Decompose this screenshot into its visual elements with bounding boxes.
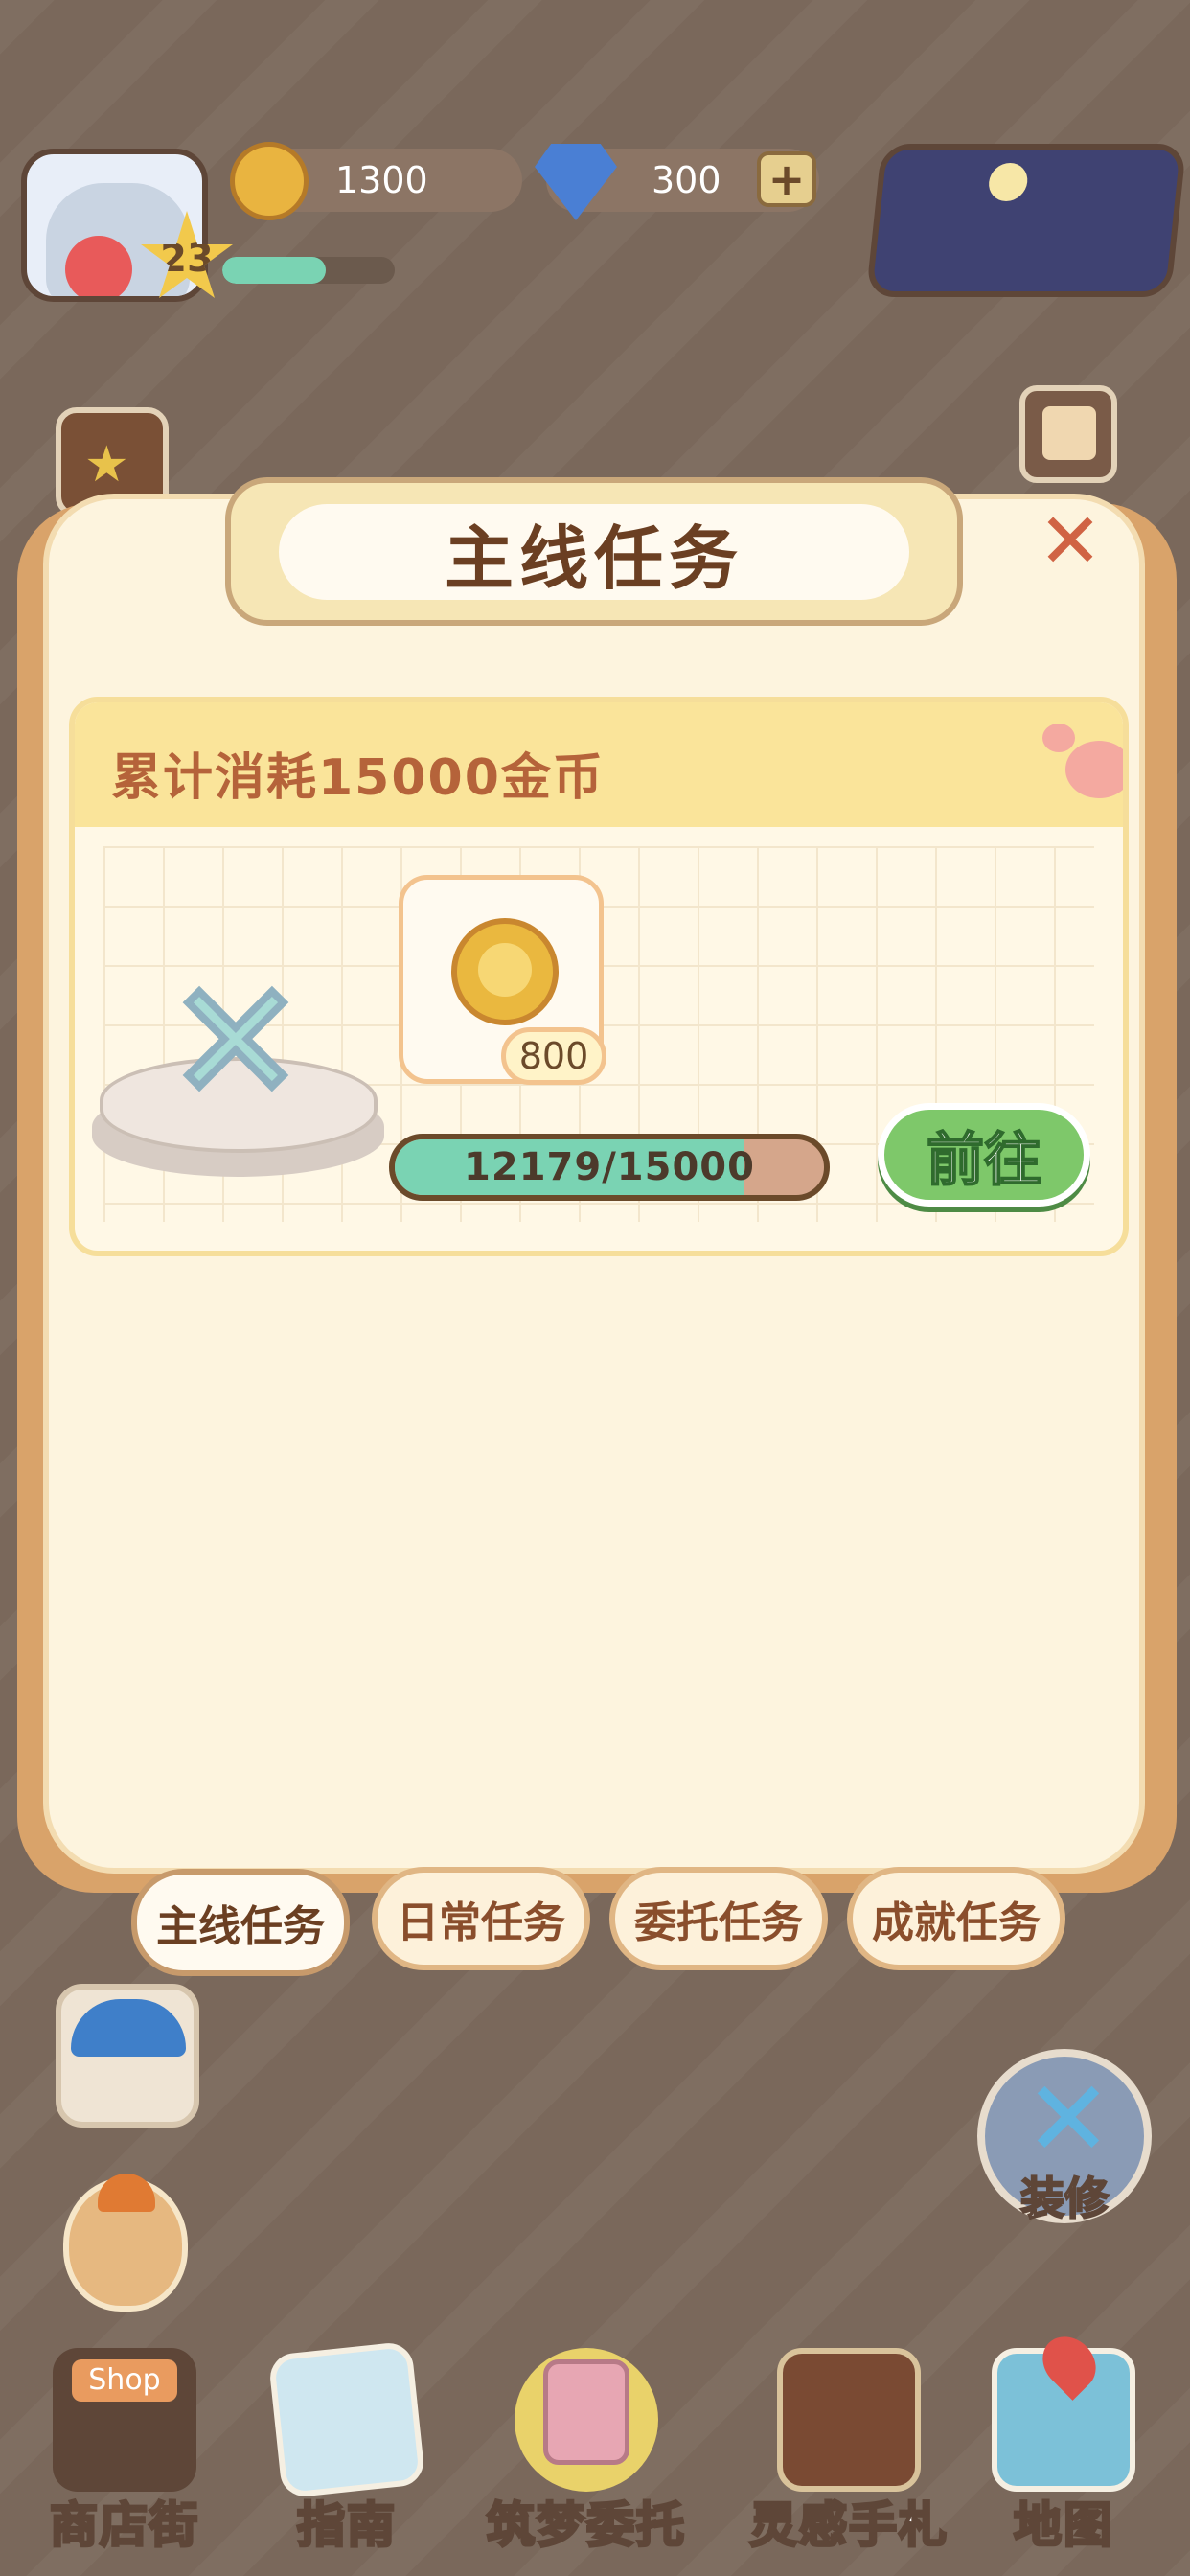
tab-achievement-quest[interactable]: 成就任务: [847, 1867, 1065, 1970]
add-gems-button[interactable]: +: [757, 151, 816, 207]
go-button[interactable]: 前往: [878, 1103, 1090, 1207]
guide-book-icon: [267, 2340, 426, 2499]
quill-book-icon: [777, 2348, 921, 2492]
heart-decoration-icon: [1065, 741, 1123, 798]
box-icon: [1042, 406, 1096, 460]
nav-label: 指南: [296, 2496, 397, 2555]
shop-sign: Shop: [72, 2359, 177, 2402]
moon-icon: [987, 163, 1030, 201]
coin-icon: [451, 918, 559, 1025]
nav-inspiration-notes[interactable]: 灵感手札: [748, 2348, 949, 2559]
cap-icon: [71, 1999, 186, 2057]
tab-commission-quest[interactable]: 委托任务: [609, 1867, 828, 1970]
notebook-icon: [515, 2348, 658, 2492]
task-card: 累计消耗15000金币 ✕ 800 12179/15000 前往: [69, 697, 1129, 1256]
coin-icon: [230, 142, 309, 220]
heart-decoration-icon: [1042, 724, 1075, 752]
task-progress-text: 12179/15000: [464, 1145, 755, 1189]
reward-item: 800: [399, 875, 606, 1085]
nav-shop-street[interactable]: Shop 商店街: [29, 2348, 220, 2559]
gem-count: 300: [652, 159, 721, 201]
star-icon: ★: [84, 436, 129, 494]
xp-bar: [222, 257, 395, 284]
nav-label: 灵感手札: [748, 2496, 949, 2555]
close-button[interactable]: ✕: [1037, 503, 1104, 580]
dog-character-button[interactable]: [63, 2174, 188, 2312]
nav-label: 商店街: [49, 2496, 199, 2555]
storage-box-button[interactable]: [1019, 385, 1117, 483]
night-scene-button[interactable]: [865, 144, 1187, 297]
hammer-icon: ✕: [164, 948, 308, 1138]
coin-count: 1300: [335, 159, 428, 201]
dialog-title-plate: 主线任务: [225, 477, 963, 626]
map-pin-icon: [992, 2326, 1135, 2492]
task-description: 累计消耗15000金币: [111, 749, 605, 807]
nav-map[interactable]: 地图: [968, 2326, 1159, 2559]
nav-label: 筑梦委托: [486, 2496, 686, 2555]
tab-main-quest[interactable]: 主线任务: [131, 1869, 350, 1976]
renovate-label: 装修: [1019, 2172, 1110, 2225]
task-header: 累计消耗15000金币: [75, 702, 1123, 827]
hammer-icon: ✕: [1023, 2058, 1113, 2180]
shop-icon: Shop: [53, 2348, 196, 2492]
nav-label: 地图: [1013, 2496, 1113, 2555]
tab-daily-quest[interactable]: 日常任务: [372, 1867, 590, 1970]
xp-bar-fill: [222, 257, 326, 284]
avatar-tongue: [65, 236, 132, 296]
task-progress-bar: 12179/15000: [389, 1134, 830, 1201]
nav-guide[interactable]: 指南: [251, 2340, 443, 2559]
piggy-bank-button[interactable]: [56, 1984, 199, 2128]
reward-amount: 800: [501, 1027, 606, 1085]
renovation-pedestal-icon: ✕: [92, 948, 389, 1182]
nav-dream-commission[interactable]: 筑梦委托: [486, 2348, 686, 2559]
title-inner: 主线任务: [279, 504, 909, 600]
dialog-title: 主线任务: [444, 518, 744, 599]
